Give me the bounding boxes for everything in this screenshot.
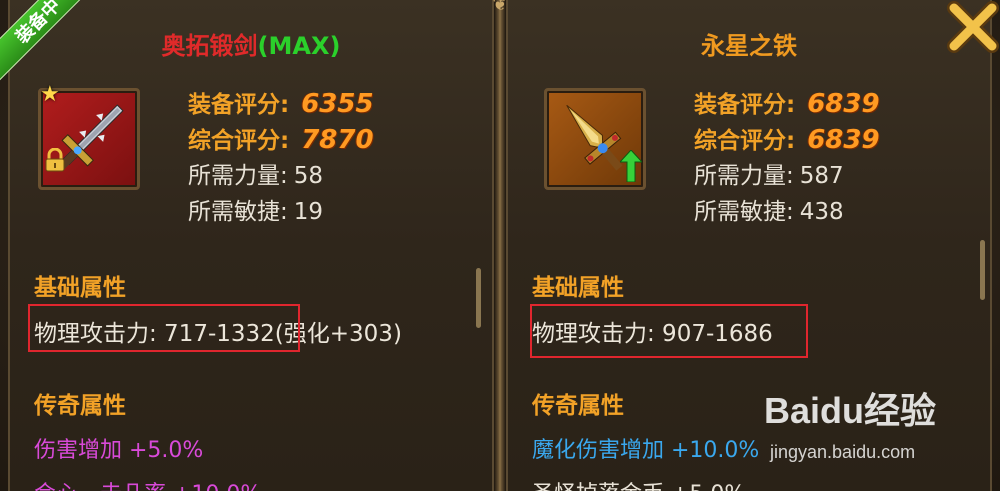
- equipped-item-stats: 装备评分: 6355 综合评分: 7870 所需力量: 58 所需敏捷: 19: [188, 86, 374, 230]
- equipped-item-title: 奥拓锻剑(MAX): [10, 26, 492, 61]
- highlight-box: [530, 304, 808, 358]
- item-compare-screen: 奥拓锻剑(MAX) ★ 装备评分: 6355 综合评分: 7870 所需力量: …: [0, 0, 1000, 491]
- total-score-label: 综合评分:: [694, 128, 796, 154]
- star-icon: ★: [40, 82, 60, 107]
- lock-icon: [45, 148, 65, 172]
- close-icon[interactable]: [946, 0, 1000, 54]
- base-attr-heading: 基础属性: [34, 275, 126, 301]
- equip-score-value: 6355: [301, 89, 374, 119]
- req-agi-label: 所需敏捷:: [188, 199, 288, 225]
- req-agi-value: 438: [799, 199, 844, 225]
- total-score-value: 7870: [301, 125, 374, 155]
- compare-item-title: 永星之铁: [701, 32, 797, 60]
- req-str-label: 所需力量:: [694, 163, 794, 189]
- compare-item-panel: 永星之铁 装备评分: 6839 综合评分: 6839 所需力量: 587 所需敏…: [506, 0, 992, 491]
- highlight-box: [28, 304, 300, 352]
- equip-score-value: 6839: [807, 89, 880, 119]
- req-str-value: 587: [799, 163, 844, 189]
- panel-divider: [494, 0, 506, 491]
- legend-attr-2: 圣怪掉落金币 +5.0%: [532, 476, 745, 491]
- base-attr-heading: 基础属性: [532, 275, 624, 301]
- legend-attr-heading: 传奇属性: [34, 393, 126, 419]
- legend-attr-heading: 传奇属性: [532, 393, 624, 419]
- req-str-label: 所需力量:: [188, 163, 288, 189]
- total-score-value: 6839: [807, 125, 880, 155]
- req-agi-label: 所需敏捷:: [694, 199, 794, 225]
- scrollbar[interactable]: [476, 268, 481, 328]
- equip-score-label: 装备评分:: [694, 92, 796, 118]
- req-str-value: 58: [293, 163, 324, 189]
- req-agi-value: 19: [293, 199, 324, 225]
- total-score-label: 综合评分:: [188, 128, 290, 154]
- equipped-item-name: 奥拓锻剑: [161, 32, 258, 60]
- max-tag: (MAX): [257, 32, 341, 60]
- legend-attr-2: 会心一击几率 +10.0%: [34, 476, 261, 491]
- legend-attr-1: 魔化伤害增加 +10.0%: [532, 438, 760, 463]
- compare-item-stats: 装备评分: 6839 综合评分: 6839 所需力量: 587 所需敏捷: 438: [694, 86, 880, 230]
- equip-score-label: 装备评分:: [188, 92, 290, 118]
- equipped-item-panel: 奥拓锻剑(MAX) ★ 装备评分: 6355 综合评分: 7870 所需力量: …: [8, 0, 494, 491]
- upgrade-arrow-icon: [620, 150, 642, 182]
- scrollbar[interactable]: [980, 240, 985, 300]
- legend-attr-1: 伤害增加 +5.0%: [34, 438, 204, 463]
